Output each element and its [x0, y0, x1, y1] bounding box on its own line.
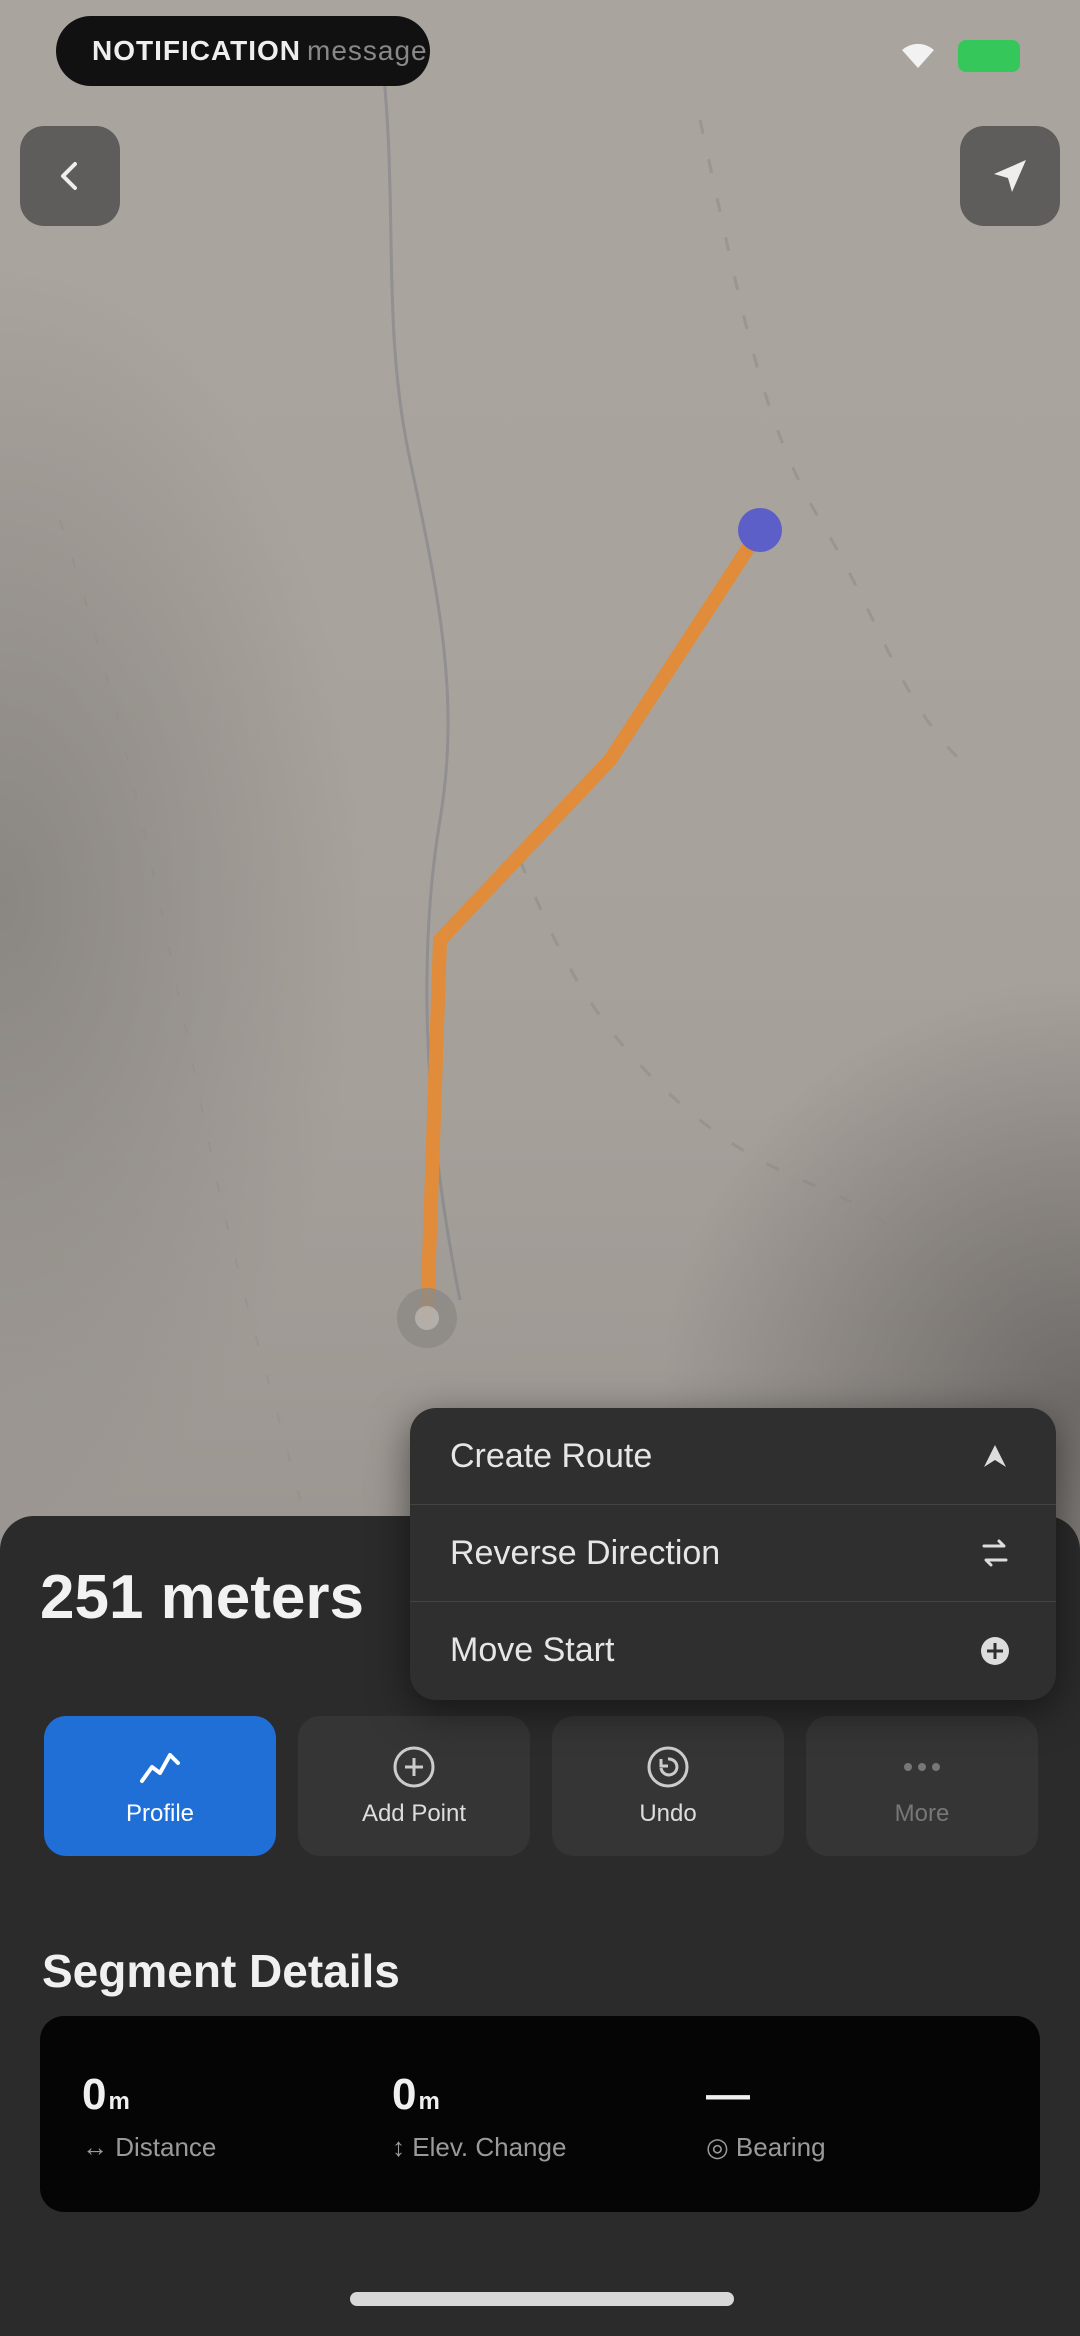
menu-item-reverse-direction[interactable]: Reverse Direction	[410, 1505, 1056, 1602]
stat-bearing-value: —	[706, 2070, 750, 2119]
map-view[interactable]	[0, 0, 1080, 1560]
more-button[interactable]: More	[806, 1716, 1038, 1856]
route-context-menu: Create Route Reverse Direction Move Star…	[410, 1408, 1056, 1700]
add-point-button[interactable]: Add Point	[298, 1716, 530, 1856]
menu-item-label: Move Start	[450, 1631, 615, 1669]
stat-distance-unit: m	[108, 2088, 130, 2115]
status-pill-main: NOTIFICATION	[92, 35, 302, 66]
distance-icon: ↔	[82, 2132, 116, 2162]
undo-button[interactable]: Undo	[552, 1716, 784, 1856]
status-notification-pill: NOTIFICATION message	[56, 16, 430, 86]
segment-details-title: Segment Details	[42, 1945, 400, 1997]
move-start-icon	[976, 1632, 1014, 1670]
contour-line	[698, 119, 962, 762]
elevation-icon: ↕	[392, 2132, 413, 2162]
menu-item-label: Create Route	[450, 1436, 653, 1475]
undo-button-label: Undo	[639, 1800, 697, 1827]
contour-line	[378, 39, 462, 1301]
contour-line	[518, 859, 922, 1261]
location-arrow-icon	[994, 160, 1026, 192]
back-button[interactable]	[20, 126, 120, 226]
stat-bearing: — ◎ Bearing	[706, 2070, 826, 2163]
add-point-icon	[391, 1744, 437, 1790]
locate-me-button[interactable]	[960, 126, 1060, 226]
stat-distance-value: 0	[82, 2070, 107, 2119]
stat-distance: 0m ↔ Distance	[82, 2070, 216, 2163]
route-start-marker-core	[415, 1306, 439, 1330]
bearing-icon: ◎	[706, 2132, 736, 2162]
profile-chart-icon	[137, 1744, 183, 1790]
route-line[interactable]	[420, 523, 767, 1325]
stat-elevation: 0m ↕ Elev. Change	[392, 2070, 566, 2163]
stat-bearing-label: Bearing	[735, 2132, 826, 2162]
more-button-label: More	[894, 1800, 950, 1827]
map-canvas	[59, 39, 962, 1501]
contour-line	[59, 519, 301, 1501]
undo-icon	[645, 1744, 691, 1790]
stat-distance-label: Distance	[115, 2132, 217, 2162]
stat-elev-value: 0	[392, 2070, 417, 2119]
status-pill-sub: message	[307, 35, 428, 66]
segment-details-card: 0m ↔ Distance 0m ↕ Elev. Change — ◎ Bear…	[40, 2016, 1040, 2212]
route-icon	[976, 1437, 1014, 1475]
route-distance: 251 meters	[40, 1563, 365, 1632]
stat-elev-unit: m	[418, 2088, 440, 2115]
battery-icon	[958, 40, 1020, 72]
route-end-marker[interactable]	[738, 508, 782, 552]
chevron-left-icon	[61, 162, 77, 190]
wifi-icon	[902, 43, 934, 68]
menu-item-move-start[interactable]: Move Start	[410, 1602, 1056, 1699]
home-indicator[interactable]	[350, 2292, 734, 2306]
add-point-button-label: Add Point	[361, 1800, 467, 1827]
ellipsis-icon	[899, 1744, 945, 1790]
profile-button-label: Profile	[125, 1800, 195, 1827]
menu-item-create-route[interactable]: Create Route	[410, 1408, 1056, 1505]
menu-item-label: Reverse Direction	[450, 1533, 721, 1572]
reverse-icon	[976, 1534, 1014, 1572]
profile-button[interactable]: Profile	[44, 1716, 276, 1856]
stat-elev-label: Elev. Change	[412, 2132, 567, 2162]
